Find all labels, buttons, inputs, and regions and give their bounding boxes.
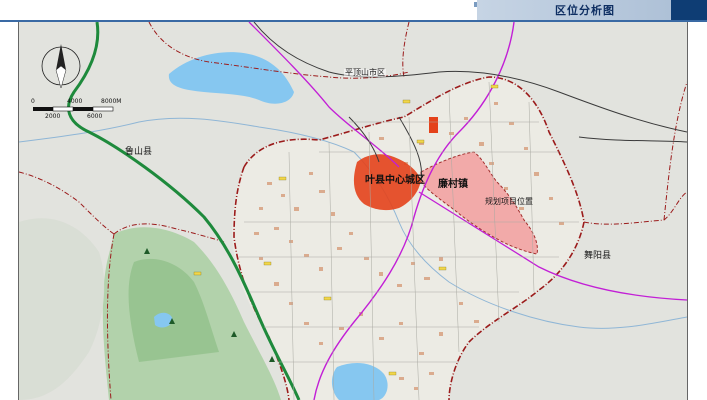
wuyang-county-label: 舞阳县 (584, 251, 612, 261)
town-label: 廉村镇 (438, 179, 468, 190)
industrial-block (429, 117, 438, 133)
scale-label: 6000 (87, 113, 103, 120)
project-location-label: 规划项目位置 (485, 197, 533, 206)
map-canvas (19, 22, 687, 400)
header-accent-block (671, 0, 707, 20)
scale-bar: 0 4000 8000M 2000 6000 (31, 98, 127, 124)
pingdingshan-label: 平顶山市区 (344, 68, 386, 77)
page: 区位分析图 叶县中心城区 廉村镇 规划项目位置 鲁山县 舞阳县 平顶山市区 0 … (0, 0, 707, 400)
header-bar: 区位分析图 (0, 0, 707, 22)
location-map: 叶县中心城区 廉村镇 规划项目位置 鲁山县 舞阳县 平顶山市区 0 4000 8… (18, 22, 688, 400)
lushan-county-label: 鲁山县 (125, 147, 153, 157)
scale-label: 4000 (67, 98, 83, 105)
central-district-label: 叶县中心城区 (365, 175, 425, 186)
scale-label: 2000 (45, 113, 61, 120)
scale-label: 0 (31, 98, 35, 105)
page-title: 区位分析图 (555, 4, 615, 17)
scale-label: 8000M (101, 98, 122, 105)
